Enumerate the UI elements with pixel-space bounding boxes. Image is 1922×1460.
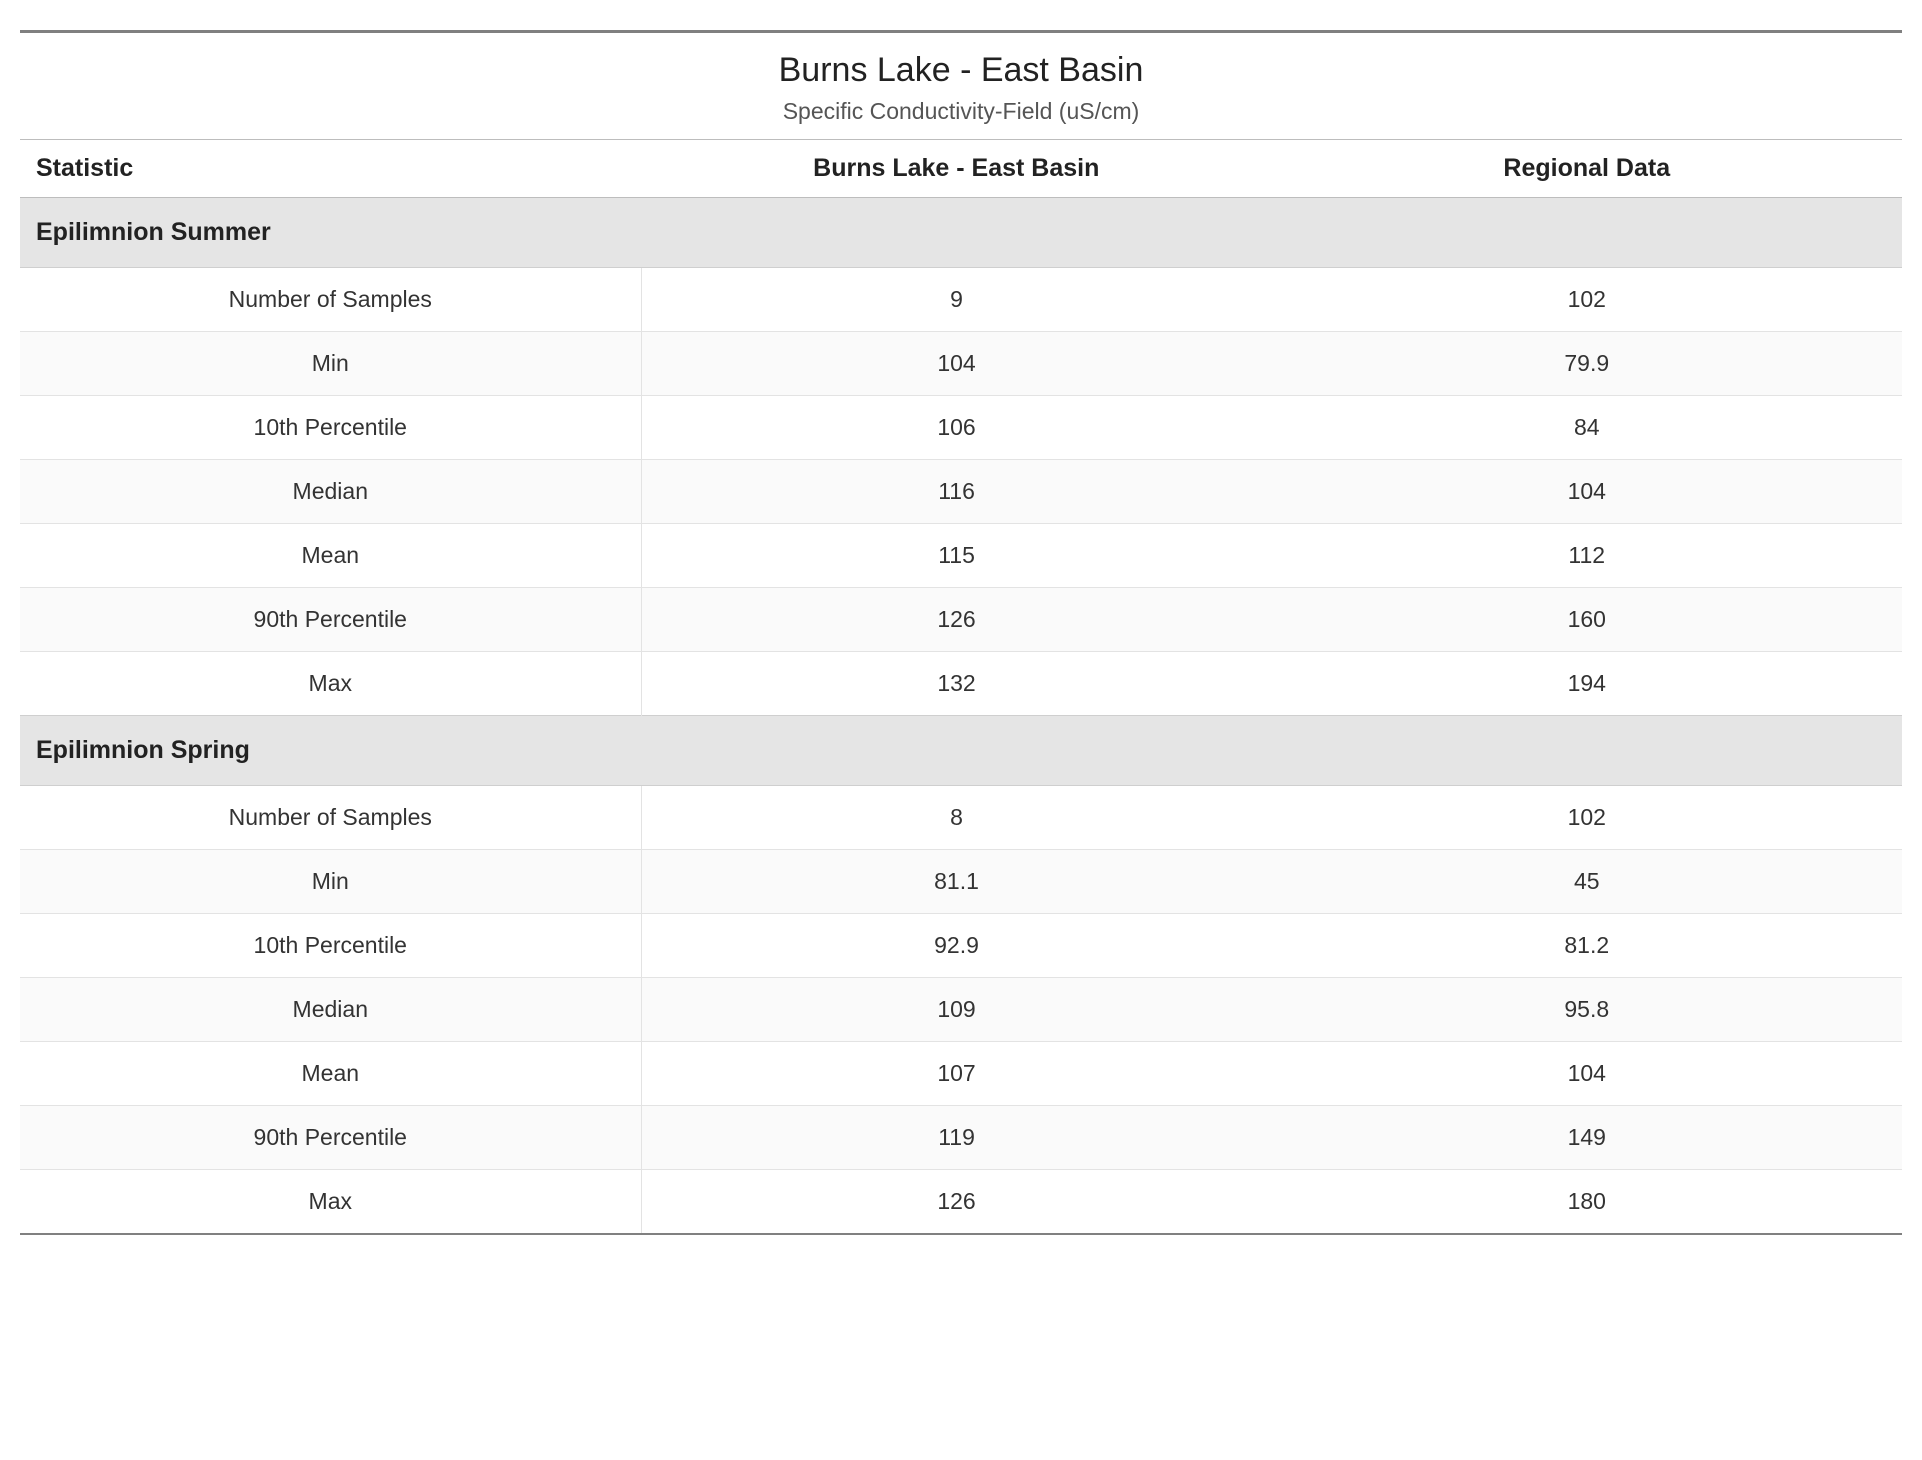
stat-name-cell: Mean — [20, 1042, 641, 1106]
regional-value-cell: 194 — [1272, 652, 1902, 716]
table-row: 10th Percentile92.981.2 — [20, 914, 1902, 978]
table-row: Median116104 — [20, 460, 1902, 524]
site-value-cell: 115 — [641, 524, 1271, 588]
table-row: Max132194 — [20, 652, 1902, 716]
table-title-row: Burns Lake - East Basin — [20, 32, 1902, 91]
site-value-cell: 109 — [641, 978, 1271, 1042]
table-row: Min81.145 — [20, 850, 1902, 914]
table-subtitle: Specific Conductivity-Field (uS/cm) — [20, 90, 1902, 140]
stats-table-container: Burns Lake - East Basin Specific Conduct… — [20, 30, 1902, 1235]
col-header-regional: Regional Data — [1272, 140, 1902, 198]
col-header-statistic: Statistic — [20, 140, 641, 198]
group-header: Epilimnion Summer — [20, 198, 1902, 268]
regional-value-cell: 104 — [1272, 460, 1902, 524]
site-value-cell: 104 — [641, 332, 1271, 396]
stat-name-cell: Number of Samples — [20, 268, 641, 332]
table-row: Min10479.9 — [20, 332, 1902, 396]
site-value-cell: 92.9 — [641, 914, 1271, 978]
regional-value-cell: 180 — [1272, 1170, 1902, 1235]
stat-name-cell: Mean — [20, 524, 641, 588]
stats-table: Burns Lake - East Basin Specific Conduct… — [20, 30, 1902, 1235]
table-row: Number of Samples8102 — [20, 786, 1902, 850]
stat-name-cell: Median — [20, 460, 641, 524]
table-row: Median10995.8 — [20, 978, 1902, 1042]
stat-name-cell: 90th Percentile — [20, 1106, 641, 1170]
site-value-cell: 126 — [641, 588, 1271, 652]
site-value-cell: 8 — [641, 786, 1271, 850]
table-row: 90th Percentile119149 — [20, 1106, 1902, 1170]
column-header-row: Statistic Burns Lake - East Basin Region… — [20, 140, 1902, 198]
regional-value-cell: 112 — [1272, 524, 1902, 588]
regional-value-cell: 95.8 — [1272, 978, 1902, 1042]
site-value-cell: 81.1 — [641, 850, 1271, 914]
site-value-cell: 106 — [641, 396, 1271, 460]
table-row: 10th Percentile10684 — [20, 396, 1902, 460]
site-value-cell: 119 — [641, 1106, 1271, 1170]
group-header: Epilimnion Spring — [20, 716, 1902, 786]
regional-value-cell: 104 — [1272, 1042, 1902, 1106]
group-header-row: Epilimnion Spring — [20, 716, 1902, 786]
site-value-cell: 116 — [641, 460, 1271, 524]
table-title: Burns Lake - East Basin — [20, 32, 1902, 91]
stat-name-cell: 90th Percentile — [20, 588, 641, 652]
regional-value-cell: 81.2 — [1272, 914, 1902, 978]
stat-name-cell: Max — [20, 652, 641, 716]
site-value-cell: 107 — [641, 1042, 1271, 1106]
stat-name-cell: Min — [20, 332, 641, 396]
stat-name-cell: 10th Percentile — [20, 396, 641, 460]
stat-name-cell: Min — [20, 850, 641, 914]
regional-value-cell: 102 — [1272, 268, 1902, 332]
regional-value-cell: 102 — [1272, 786, 1902, 850]
table-row: Mean107104 — [20, 1042, 1902, 1106]
table-row: Max126180 — [20, 1170, 1902, 1235]
site-value-cell: 132 — [641, 652, 1271, 716]
site-value-cell: 9 — [641, 268, 1271, 332]
stat-name-cell: 10th Percentile — [20, 914, 641, 978]
table-row: 90th Percentile126160 — [20, 588, 1902, 652]
table-row: Number of Samples9102 — [20, 268, 1902, 332]
regional-value-cell: 79.9 — [1272, 332, 1902, 396]
table-subtitle-row: Specific Conductivity-Field (uS/cm) — [20, 90, 1902, 140]
site-value-cell: 126 — [641, 1170, 1271, 1235]
stat-name-cell: Number of Samples — [20, 786, 641, 850]
regional-value-cell: 45 — [1272, 850, 1902, 914]
stat-name-cell: Max — [20, 1170, 641, 1235]
regional-value-cell: 160 — [1272, 588, 1902, 652]
regional-value-cell: 84 — [1272, 396, 1902, 460]
stat-name-cell: Median — [20, 978, 641, 1042]
col-header-site: Burns Lake - East Basin — [641, 140, 1271, 198]
group-header-row: Epilimnion Summer — [20, 198, 1902, 268]
table-row: Mean115112 — [20, 524, 1902, 588]
regional-value-cell: 149 — [1272, 1106, 1902, 1170]
